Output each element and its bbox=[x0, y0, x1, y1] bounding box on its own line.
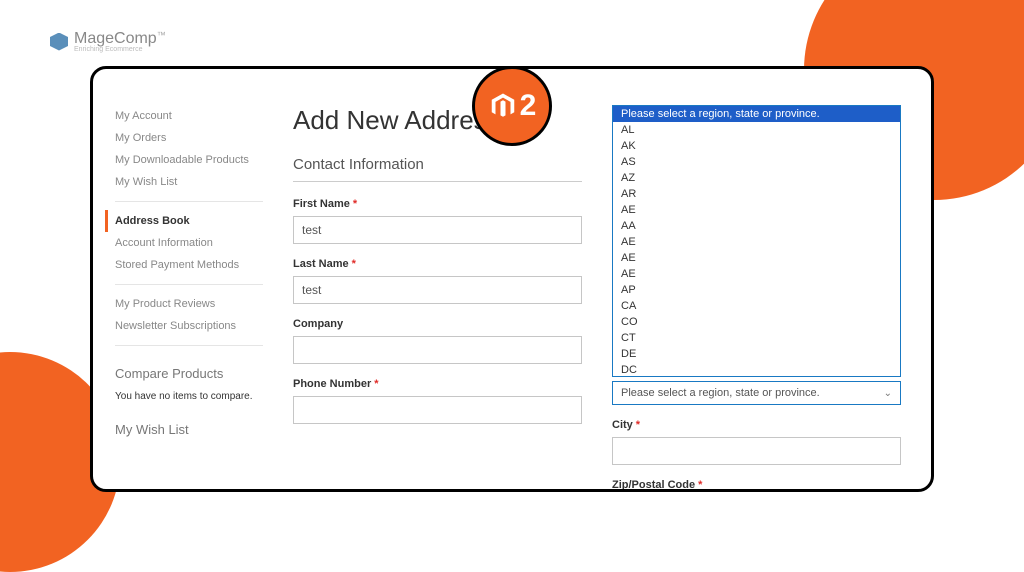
phone-label: Phone Number* bbox=[293, 378, 582, 390]
region-option-placeholder[interactable]: Please select a region, state or provinc… bbox=[613, 106, 900, 122]
compare-widget-empty: You have no items to compare. bbox=[115, 391, 263, 402]
magento-icon bbox=[488, 91, 518, 121]
brand-logo: MageComp™ Enriching Ecommerce bbox=[50, 30, 166, 53]
zip-label: Zip/Postal Code* bbox=[612, 479, 901, 491]
region-option[interactable]: AE bbox=[613, 234, 900, 250]
company-input[interactable] bbox=[293, 336, 582, 364]
first-name-label: First Name* bbox=[293, 198, 582, 210]
badge-number: 2 bbox=[520, 89, 537, 123]
region-option[interactable]: AP bbox=[613, 282, 900, 298]
sidebar-item-my-orders[interactable]: My Orders bbox=[115, 127, 263, 149]
phone-input[interactable] bbox=[293, 396, 582, 424]
city-input[interactable] bbox=[612, 437, 901, 465]
region-option[interactable]: CA bbox=[613, 298, 900, 314]
city-label: City* bbox=[612, 419, 901, 431]
sidebar-item-downloadable[interactable]: My Downloadable Products bbox=[115, 149, 263, 171]
region-option[interactable]: CT bbox=[613, 330, 900, 346]
company-label: Company bbox=[293, 318, 582, 330]
region-option[interactable]: AS bbox=[613, 154, 900, 170]
magento2-badge: 2 bbox=[472, 66, 552, 146]
sidebar-item-account-info[interactable]: Account Information bbox=[115, 232, 263, 254]
sidebar-item-payment-methods[interactable]: Stored Payment Methods bbox=[115, 254, 263, 276]
address-column: Please select a region, state or provinc… bbox=[612, 105, 901, 489]
contact-section-title: Contact Information bbox=[293, 156, 582, 182]
region-option[interactable]: AA bbox=[613, 218, 900, 234]
sidebar-item-wish-list[interactable]: My Wish List bbox=[115, 171, 263, 193]
region-option[interactable]: AR bbox=[613, 186, 900, 202]
region-select-value: Please select a region, state or provinc… bbox=[621, 387, 820, 399]
sidebar-item-newsletter[interactable]: Newsletter Subscriptions bbox=[115, 315, 263, 337]
region-option[interactable]: AZ bbox=[613, 170, 900, 186]
region-option[interactable]: DC bbox=[613, 362, 900, 377]
contact-info-column: Add New Address Contact Information Firs… bbox=[293, 105, 582, 489]
compare-widget-title: Compare Products bbox=[115, 366, 263, 381]
sidebar-item-reviews[interactable]: My Product Reviews bbox=[115, 293, 263, 315]
first-name-input[interactable] bbox=[293, 216, 582, 244]
last-name-label: Last Name* bbox=[293, 258, 582, 270]
region-option[interactable]: AL bbox=[613, 122, 900, 138]
last-name-input[interactable] bbox=[293, 276, 582, 304]
wishlist-widget-title: My Wish List bbox=[115, 422, 263, 437]
region-option[interactable]: AK bbox=[613, 138, 900, 154]
logo-mark-icon bbox=[50, 33, 68, 51]
logo-tagline: Enriching Ecommerce bbox=[74, 46, 166, 53]
region-listbox[interactable]: Please select a region, state or provinc… bbox=[612, 105, 901, 377]
account-sidebar: My Account My Orders My Downloadable Pro… bbox=[93, 105, 263, 489]
region-option[interactable]: AE bbox=[613, 266, 900, 282]
region-option[interactable]: DE bbox=[613, 346, 900, 362]
chevron-down-icon: ⌄ bbox=[884, 388, 892, 399]
logo-brand: MageComp bbox=[74, 30, 157, 47]
region-option[interactable]: AE bbox=[613, 202, 900, 218]
region-select[interactable]: Please select a region, state or provinc… bbox=[612, 381, 901, 405]
sidebar-item-address-book[interactable]: Address Book bbox=[105, 210, 263, 232]
region-option[interactable]: AE bbox=[613, 250, 900, 266]
sidebar-item-my-account[interactable]: My Account bbox=[115, 105, 263, 127]
region-option[interactable]: CO bbox=[613, 314, 900, 330]
